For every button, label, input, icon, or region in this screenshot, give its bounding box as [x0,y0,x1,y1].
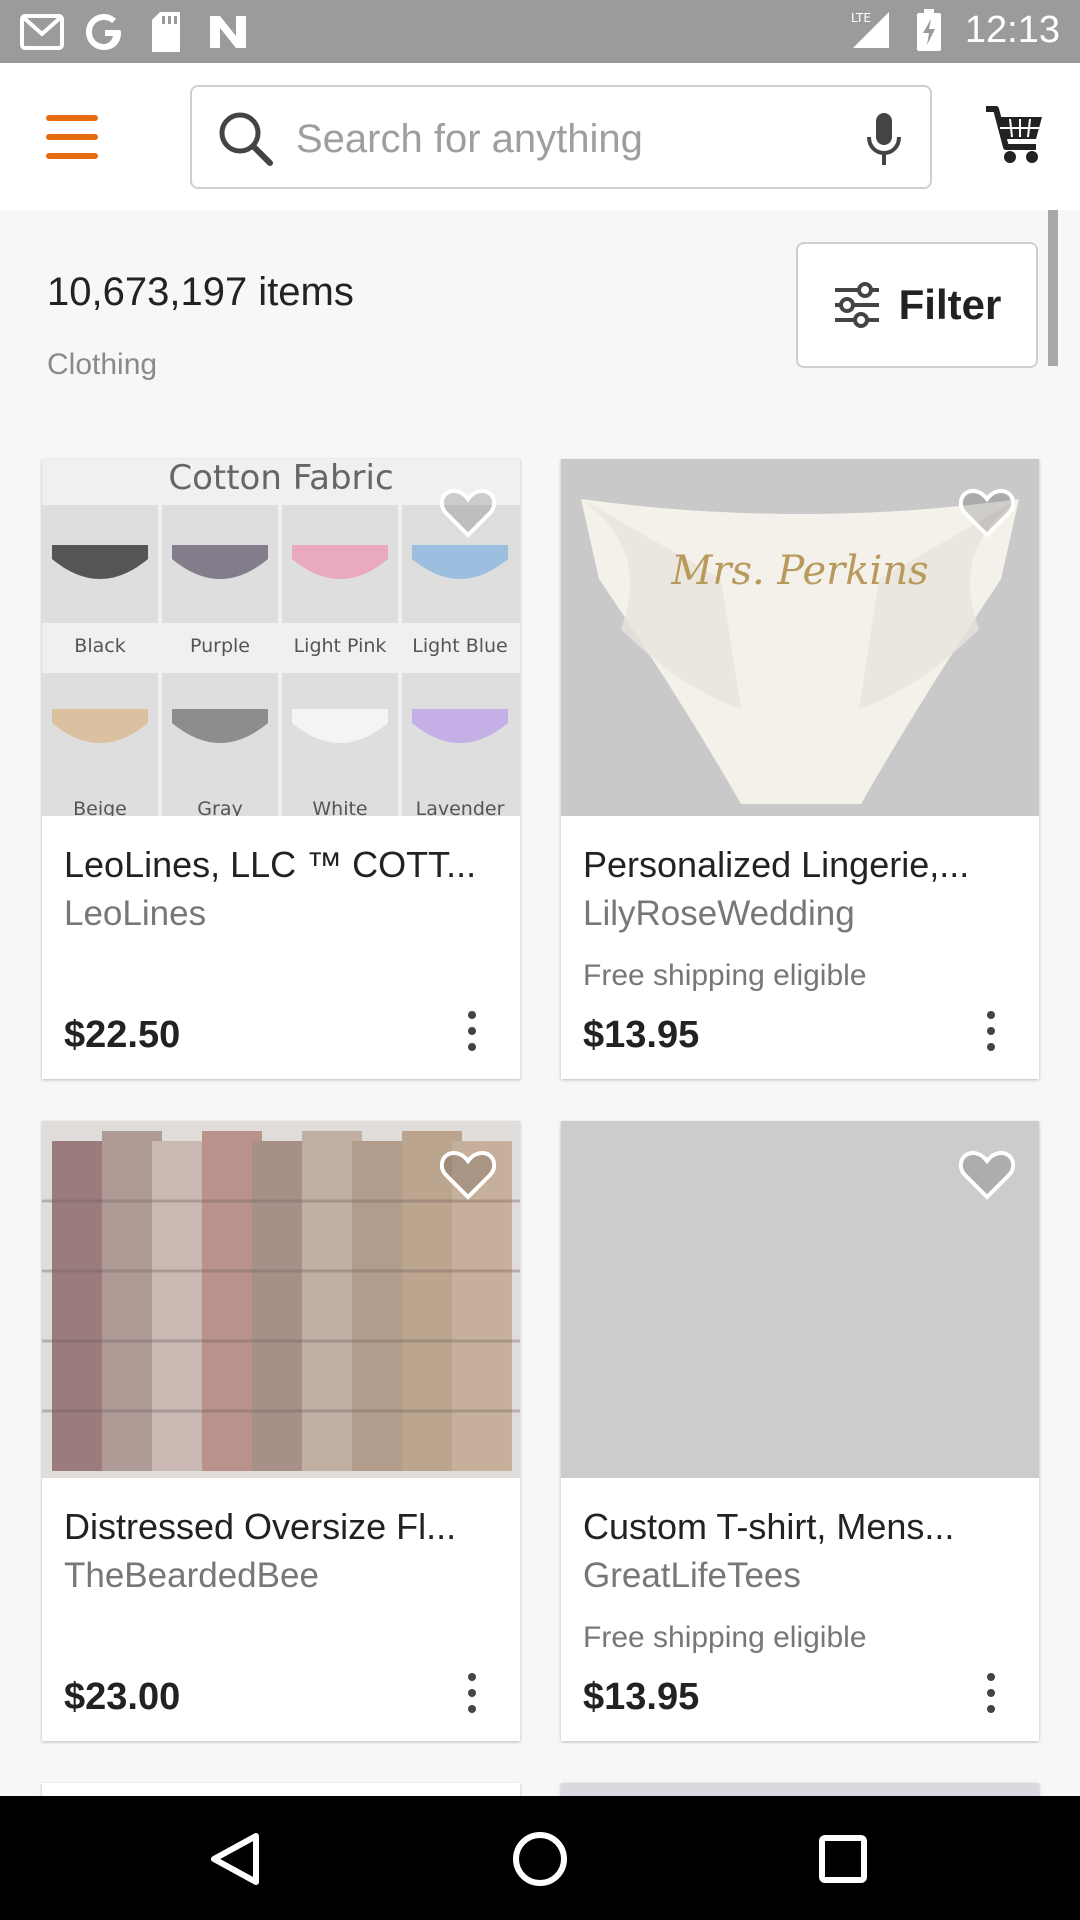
more-options-icon[interactable] [464,1007,480,1055]
listing-card-partial[interactable] [42,1783,520,1796]
listing-price: $23.00 [64,1676,181,1718]
swatch-label: Black [74,635,125,657]
listing-shop: GreatLifeTees [583,1556,801,1595]
search-bar[interactable]: Search for anything [190,85,932,189]
more-options-icon[interactable] [464,1669,480,1717]
swatch-label: Beige [73,798,127,816]
more-options-icon[interactable] [983,1007,999,1055]
battery-charging-icon [907,8,951,52]
more-options-icon[interactable] [983,1669,999,1717]
listing-title: Personalized Lingerie,... [583,844,970,885]
clock: 12:13 [964,8,1060,51]
gmail-icon [20,10,64,54]
hamburger-menu-icon[interactable] [46,115,98,159]
filter-button[interactable]: Filter [796,242,1038,368]
search-icon [219,112,273,166]
system-nav-bar [0,1796,1080,1920]
listing-title: Distressed Oversize Fl... [64,1506,457,1547]
filter-label: Filter [898,281,1002,328]
swatch-label: Gray [197,798,242,816]
search-input[interactable]: Search for anything [296,117,643,162]
swatch-label: Light Pink [294,635,387,657]
home-circle-icon[interactable] [505,1824,575,1894]
favorite-heart-icon[interactable] [959,1149,1015,1201]
listing-title: LeoLines, LLC ™ COTT... [64,844,477,885]
lte-signal-icon: LTE [849,8,893,52]
status-bar: LTE 12:13 [0,0,1080,63]
category-label: Clothing [47,348,158,381]
listing-shipping: Free shipping eligible [583,959,867,992]
swatch-label: Lavender [416,798,505,816]
image-script-text: Mrs. Perkins [670,548,928,594]
listing-shipping: Free shipping eligible [583,1621,867,1654]
app-header: Search for anything [0,63,1080,210]
results-list[interactable]: 10,673,197 items Clothing Filter Cotton … [0,210,1080,1796]
swatch-label: Purple [190,635,250,657]
results-count: 10,673,197 items [47,270,354,314]
scrollbar[interactable] [1048,210,1058,366]
listing-card[interactable]: Custom T-shirt, Mens... GreatLifeTees Fr… [561,1121,1039,1741]
shopping-cart-icon[interactable] [984,103,1044,167]
favorite-heart-icon[interactable] [440,1149,496,1201]
listing-card-partial[interactable] [561,1783,1039,1796]
favorite-heart-icon[interactable] [959,487,1015,539]
listing-card[interactable]: Mrs. Perkins Personalized Lingerie,... L… [561,459,1039,1079]
swatch-label: White [312,798,367,816]
recents-square-icon[interactable] [808,1824,878,1894]
sd-card-icon [144,10,188,54]
listing-shop: LeoLines [64,894,207,933]
filter-sliders-icon [834,282,879,328]
image-heading: Cotton Fabric [168,459,393,498]
microphone-icon[interactable] [864,111,904,167]
listing-shop: TheBeardedBee [64,1556,319,1595]
svg-text:LTE: LTE [851,11,871,25]
listing-price: $22.50 [64,1014,181,1056]
listing-price: $13.95 [583,1014,700,1056]
google-icon [82,10,126,54]
listing-card[interactable]: Distressed Oversize Fl... TheBeardedBee … [42,1121,520,1741]
n-app-icon [206,10,250,54]
listing-card[interactable]: Cotton Fabric Black Purple Light Pink Li… [42,459,520,1079]
listing-title: Custom T-shirt, Mens... [583,1506,955,1547]
listing-price: $13.95 [583,1676,700,1718]
swatch-label: Light Blue [412,635,508,657]
favorite-heart-icon[interactable] [440,487,496,539]
listing-shop: LilyRoseWedding [583,894,855,933]
back-triangle-icon[interactable] [200,1824,270,1894]
